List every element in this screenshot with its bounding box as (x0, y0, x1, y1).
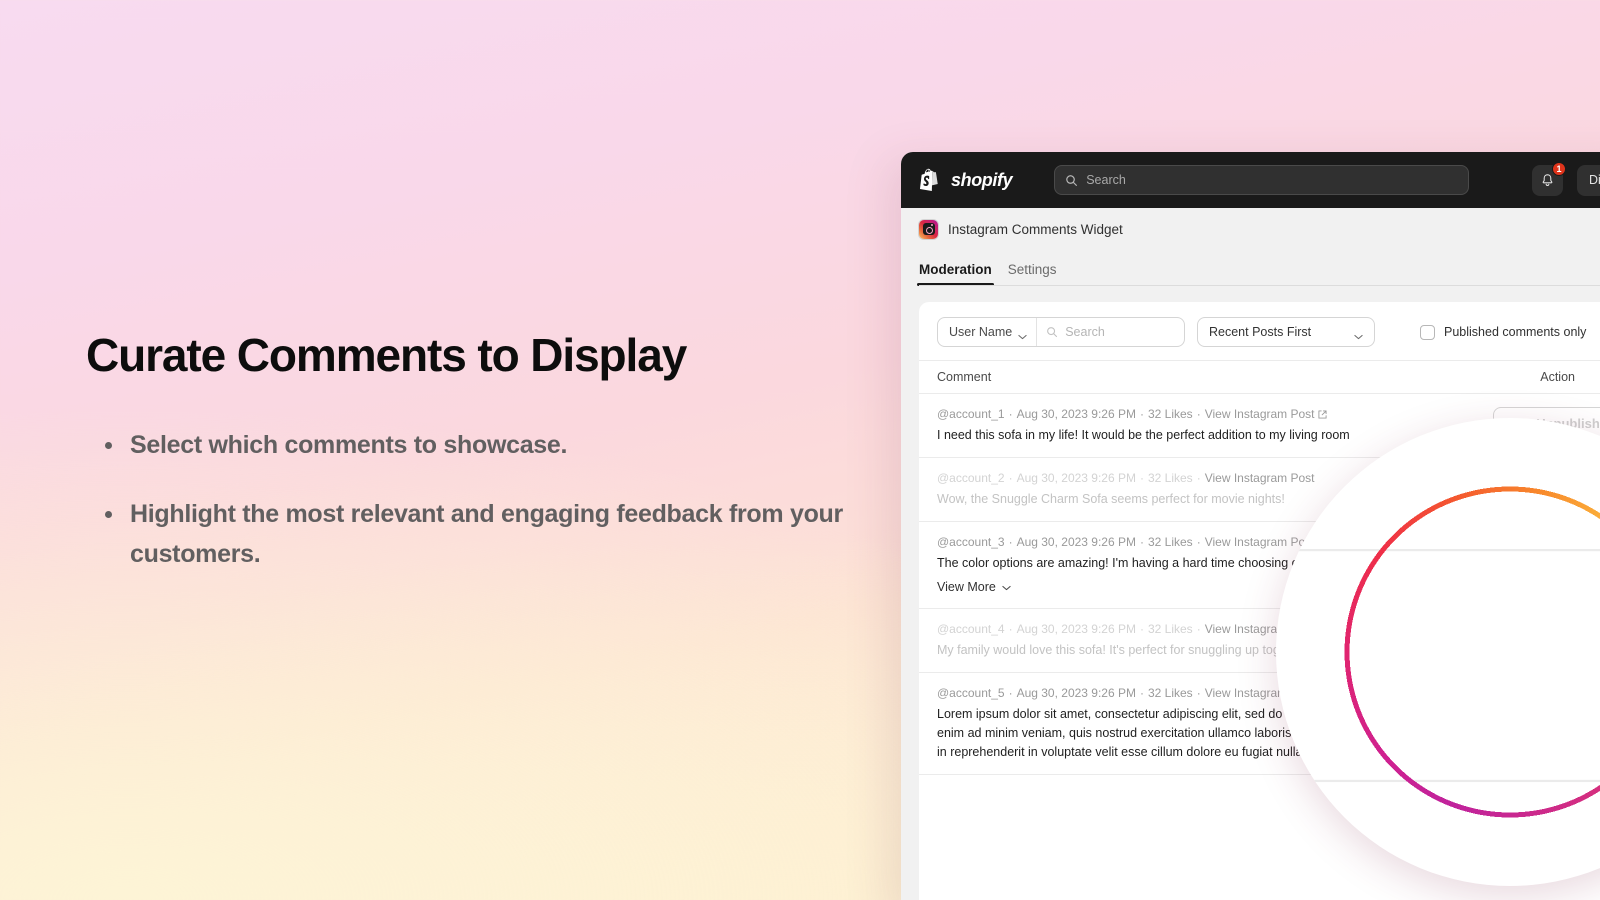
slide-copy: Curate Comments to Display Select which … (86, 330, 846, 604)
bullet-text: Select which comments to showcase. (130, 431, 567, 459)
magnified-row: dition to my living room ew Instagram Po… (1276, 418, 1600, 549)
comment-date: Aug 30, 2023 9:26 PM (1017, 535, 1136, 549)
comment-date: Aug 30, 2023 9:26 PM (1017, 471, 1136, 485)
view-more-button[interactable]: View More (937, 580, 1011, 594)
chevron-down-icon (1002, 580, 1011, 594)
user-name-select[interactable]: User Name (938, 318, 1037, 346)
comment-likes: 32 Likes (1148, 686, 1193, 700)
shopify-wordmark: shopify (951, 170, 1012, 191)
table-header: Comment Action (919, 360, 1600, 394)
filter-bar: User Name Search Recent Posts First (919, 302, 1600, 360)
checkbox-label: Published comments only (1444, 325, 1586, 339)
app-tabs: Moderation Settings (901, 250, 1600, 286)
comment-handle: @account_2 (937, 471, 1005, 485)
magnifier-lens: dition to my living room ew Instagram Po… (1276, 418, 1600, 886)
comment-handle: @account_3 (937, 535, 1005, 549)
notifications-button[interactable]: 1 (1532, 165, 1563, 196)
store-name-button[interactable]: Diamond (1577, 165, 1600, 196)
comment-date: Aug 30, 2023 9:26 PM (1017, 407, 1136, 421)
page-title: Curate Comments to Display (86, 330, 846, 382)
comment-search-input[interactable]: Search (1037, 325, 1105, 339)
column-header-action: Action (1540, 370, 1575, 384)
published-comments-only-checkbox[interactable]: Published comments only (1420, 325, 1586, 340)
app-title: Instagram Comments Widget (948, 222, 1123, 237)
admin-topbar: shopify Search 1 Diamond (901, 152, 1600, 208)
tab-settings[interactable]: Settings (1008, 262, 1057, 286)
comment-likes: 32 Likes (1148, 535, 1193, 549)
magnifier-content: dition to my living room ew Instagram Po… (1276, 418, 1600, 886)
comment-search-placeholder: Search (1065, 325, 1105, 339)
sort-select-value: Recent Posts First (1209, 325, 1311, 339)
global-search-input[interactable]: Search (1054, 165, 1469, 195)
comment-date: Aug 30, 2023 9:26 PM (1017, 622, 1136, 636)
bullet-dot-icon (105, 511, 112, 518)
search-icon (1046, 326, 1058, 338)
user-name-filter[interactable]: User Name Search (937, 317, 1185, 347)
feature-bullet-list: Select which comments to showcase. Highl… (86, 426, 846, 575)
user-name-select-label: User Name (949, 325, 1012, 339)
tab-label: Settings (1008, 262, 1057, 277)
bell-icon (1540, 173, 1555, 188)
view-more-label: View More (937, 580, 996, 594)
sort-select[interactable]: Recent Posts First (1197, 317, 1375, 347)
shopify-logo: shopify (919, 168, 1012, 193)
magnified-row: ew Ins e cho ieces (1276, 780, 1600, 886)
comment-likes: 32 Likes (1148, 407, 1193, 421)
comment-handle: @account_5 (937, 686, 1005, 700)
external-link-icon (1318, 408, 1327, 417)
column-header-comment: Comment (937, 370, 991, 384)
app-header: Instagram Comments Widget (901, 208, 1600, 250)
comment-date: Aug 30, 2023 9:26 PM (1017, 686, 1136, 700)
instagram-app-icon (919, 220, 938, 239)
search-icon (1065, 174, 1078, 187)
bullet-text: Highlight the most relevant and engaging… (130, 500, 843, 568)
store-name-label: Diamond (1589, 173, 1600, 187)
bullet-dot-icon (105, 442, 112, 449)
magnified-row: ew Instagra vie nights! Publish Hidden (1276, 549, 1600, 780)
checkbox-box[interactable] (1420, 325, 1435, 340)
chevron-down-icon (1018, 329, 1027, 335)
list-item: Highlight the most relevant and engaging… (86, 495, 846, 574)
comment-likes: 32 Likes (1148, 471, 1193, 485)
global-search-placeholder: Search (1086, 173, 1126, 187)
list-item: Select which comments to showcase. (86, 426, 846, 466)
comment-likes: 32 Likes (1148, 622, 1193, 636)
notification-count-badge: 1 (1552, 162, 1566, 176)
tab-label: Moderation (919, 262, 992, 277)
shopify-bag-icon (919, 168, 942, 193)
chevron-down-icon (1354, 329, 1363, 335)
comment-handle: @account_4 (937, 622, 1005, 636)
tab-moderation[interactable]: Moderation (919, 262, 992, 286)
comment-handle: @account_1 (937, 407, 1005, 421)
